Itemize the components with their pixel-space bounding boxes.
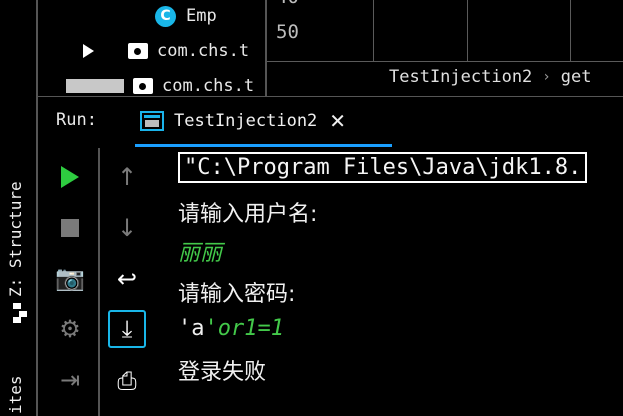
chevron-right-icon: › [542,69,551,85]
breadcrumb: TestInjection2 › get [389,64,591,90]
settings-button[interactable]: ⚙ [51,310,89,348]
divider [373,0,374,62]
tab-testinjection2[interactable]: TestInjection2 ✕ [135,97,392,147]
line-number-partial: 40 [276,0,299,8]
structure-tab-label: Z: Structure [6,181,25,297]
tree-item-label: Emp [186,6,217,26]
input-username: 丽丽 [178,241,223,266]
console-icon [140,110,164,131]
selection-highlight [66,79,124,93]
package-icon [128,43,148,59]
prompt-username: 请输入用户名: [178,202,318,227]
soft-wrap-icon: ↩ [116,265,138,293]
breadcrumb-item[interactable]: TestInjection2 [389,67,532,87]
close-icon[interactable]: ✕ [329,109,346,133]
arrow-down-icon: ↓ [116,214,138,242]
project-tree: C Emp com.chs.t com.chs.t [38,0,265,96]
tree-item-label: com.chs.t [157,41,250,61]
divider [267,61,623,62]
dump-threads-button[interactable]: 📷 [51,259,89,297]
run-tabbar: Run: TestInjection2 ✕ [38,96,623,147]
camera-icon: 📷 [55,264,85,292]
structure-tool-tab[interactable]: Z: Structure [6,181,25,297]
divider [570,0,571,62]
favorites-tab-label: ites [6,375,25,414]
editor-area: 40 50 TestInjection2 › get [265,0,623,96]
tree-item-label: com.chs.t [162,76,255,96]
console-output[interactable]: "C:\Program Files\Java\jdk1.8. 请输入用户名: 丽… [158,148,623,416]
soft-wrap-button[interactable]: ↩ [108,260,146,298]
input-password-rest: 'or1=1 [204,316,284,341]
printer-icon: ⎙ [117,367,137,395]
scroll-to-end-button[interactable]: ⤓ [108,310,146,348]
down-stack-button[interactable]: ↓ [108,209,146,247]
scroll-to-end-icon: ⤓ [121,315,133,343]
package-icon [133,78,153,94]
play-icon [61,166,79,188]
up-stack-button[interactable]: ↑ [108,158,146,196]
prompt-password: 请输入密码: [178,282,296,307]
command-line: "C:\Program Files\Java\jdk1.8. [178,152,588,183]
input-password-quote: 'a [178,316,205,341]
exit-icon: ⇥ [59,366,81,394]
bug-gear-icon: ⚙ [59,315,81,343]
favorites-tool-tab[interactable]: ites [6,375,25,414]
line-number: 50 [276,21,299,43]
run-toolbar-primary: 📷 ⚙ ⇥ [40,148,100,416]
left-tool-strip: Z: Structure ites [0,0,38,416]
rerun-button[interactable] [51,158,89,196]
tree-item-emp[interactable]: C Emp [155,0,217,32]
run-toolbar-secondary: ↑ ↓ ↩ ⤓ ⎙ [100,148,158,416]
print-button[interactable]: ⎙ [108,362,146,400]
exit-button[interactable]: ⇥ [51,361,89,399]
stop-icon [61,219,79,237]
breadcrumb-item[interactable]: get [561,67,592,87]
expand-arrow-icon[interactable] [83,44,94,58]
structure-icon [13,303,27,323]
tree-item-package[interactable]: com.chs.t [83,35,249,67]
class-icon: C [155,5,176,27]
stop-button[interactable] [51,209,89,247]
arrow-up-icon: ↑ [116,163,138,191]
tab-label: TestInjection2 [174,110,318,131]
input-password: 'a'or1=1 [178,316,284,341]
run-label: Run: [56,110,97,130]
divider [467,0,468,62]
login-result: 登录失败 [178,360,267,385]
